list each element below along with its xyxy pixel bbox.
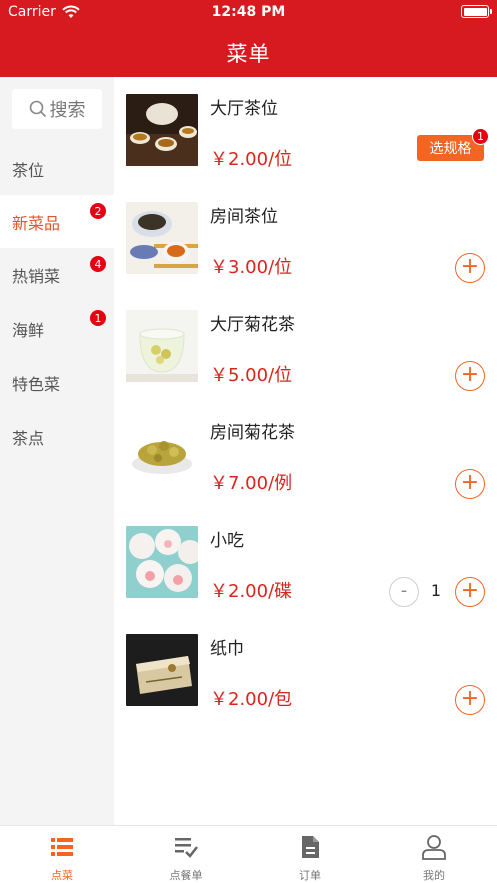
sidebar-item-new-dishes[interactable]: 新菜品 2	[0, 195, 114, 248]
category-sidebar: 搜索 茶位 新菜品 2 热销菜 4 海鲜 1 特色菜 茶点	[0, 77, 114, 825]
dish-price: ￥2.00/碟	[210, 581, 293, 602]
tab-label: 订单	[299, 869, 321, 882]
dish-photo-tea-set	[126, 94, 198, 166]
sidebar-item-label: 茶位	[12, 160, 45, 180]
tab-label: 我的	[423, 869, 445, 882]
dish-list: 大厅茶位 ￥2.00/位 选规格 1 房间茶位 ￥3.00/位 + 大厅菊花茶 …	[114, 77, 497, 825]
tab-label: 点菜	[51, 869, 73, 882]
list-item: 纸巾 ￥2.00/包 +	[114, 617, 497, 725]
battery-icon	[461, 5, 492, 18]
search-button[interactable]: 搜索	[12, 89, 102, 129]
status-bar: Carrier 12:48 PM	[0, 0, 497, 24]
dish-photo-chrysanthemum-glass	[126, 310, 198, 382]
list-item: 房间茶位 ￥3.00/位 +	[114, 185, 497, 293]
count-badge: 4	[90, 256, 106, 272]
document-icon	[302, 836, 319, 858]
quantity-value: 1	[430, 581, 442, 600]
sidebar-item-tea-seat[interactable]: 茶位	[0, 142, 114, 195]
add-button[interactable]: +	[455, 685, 485, 715]
tab-order-dishes[interactable]: 点菜	[0, 826, 124, 883]
sidebar-item-seafood[interactable]: 海鲜 1	[0, 302, 114, 355]
tab-profile[interactable]: 我的	[372, 826, 496, 883]
add-button[interactable]: +	[455, 361, 485, 391]
sidebar-item-label: 新菜品	[12, 213, 61, 233]
dish-name: 房间茶位	[210, 207, 278, 227]
search-label: 搜索	[49, 100, 86, 121]
bottom-tab-bar: 点菜 点餐单 订单 我的	[0, 825, 497, 883]
dish-photo-peach-buns	[126, 526, 198, 598]
clock: 12:48 PM	[211, 4, 286, 20]
dish-price: ￥5.00/位	[210, 365, 293, 386]
sidebar-item-label: 茶点	[12, 428, 45, 448]
search-icon	[29, 100, 46, 118]
sidebar-item-label: 热销菜	[12, 266, 61, 286]
sidebar-item-dim-sum[interactable]: 茶点	[0, 410, 114, 463]
dish-price: ￥2.00/位	[210, 149, 293, 170]
sidebar-item-label: 海鲜	[12, 320, 45, 340]
list-item: 房间菊花茶 ￥7.00/例 +	[114, 401, 497, 509]
spec-count-badge: 1	[472, 128, 489, 145]
add-button[interactable]: +	[455, 469, 485, 499]
sidebar-item-specialty[interactable]: 特色菜	[0, 356, 114, 409]
dish-name: 大厅茶位	[210, 99, 278, 119]
dish-name: 纸巾	[210, 639, 244, 659]
list-item: 大厅茶位 ￥2.00/位 选规格 1	[114, 77, 497, 185]
dish-photo-tea-leaves	[126, 202, 198, 274]
decrease-button[interactable]: -	[389, 577, 419, 607]
dish-photo-tissue-box	[126, 634, 198, 706]
page-title: 菜单	[226, 42, 271, 66]
nav-header: Carrier 12:48 PM 菜单	[0, 0, 497, 77]
list-icon	[51, 838, 73, 856]
add-button[interactable]: +	[455, 253, 485, 283]
count-badge: 2	[90, 203, 106, 219]
tab-orders[interactable]: 订单	[248, 826, 372, 883]
count-badge: 1	[90, 310, 106, 326]
dish-name: 小吃	[210, 531, 244, 551]
dish-name: 房间菊花茶	[210, 423, 295, 443]
list-item: 大厅菊花茶 ￥5.00/位 +	[114, 293, 497, 401]
tab-order-list[interactable]: 点餐单	[124, 826, 248, 883]
sidebar-item-hot-dishes[interactable]: 热销菜 4	[0, 248, 114, 301]
checklist-icon	[175, 838, 198, 858]
dish-name: 大厅菊花茶	[210, 315, 295, 335]
user-icon	[422, 835, 446, 860]
dish-price: ￥3.00/位	[210, 257, 293, 278]
tab-label: 点餐单	[169, 869, 203, 882]
dish-photo-dried-chrysanthemum	[126, 418, 198, 490]
add-button[interactable]: +	[455, 577, 485, 607]
dish-price: ￥7.00/例	[210, 473, 293, 494]
sidebar-item-label: 特色菜	[12, 374, 61, 394]
dish-price: ￥2.00/包	[210, 689, 293, 710]
list-item: 小吃 ￥2.00/碟 - 1 +	[114, 509, 497, 617]
